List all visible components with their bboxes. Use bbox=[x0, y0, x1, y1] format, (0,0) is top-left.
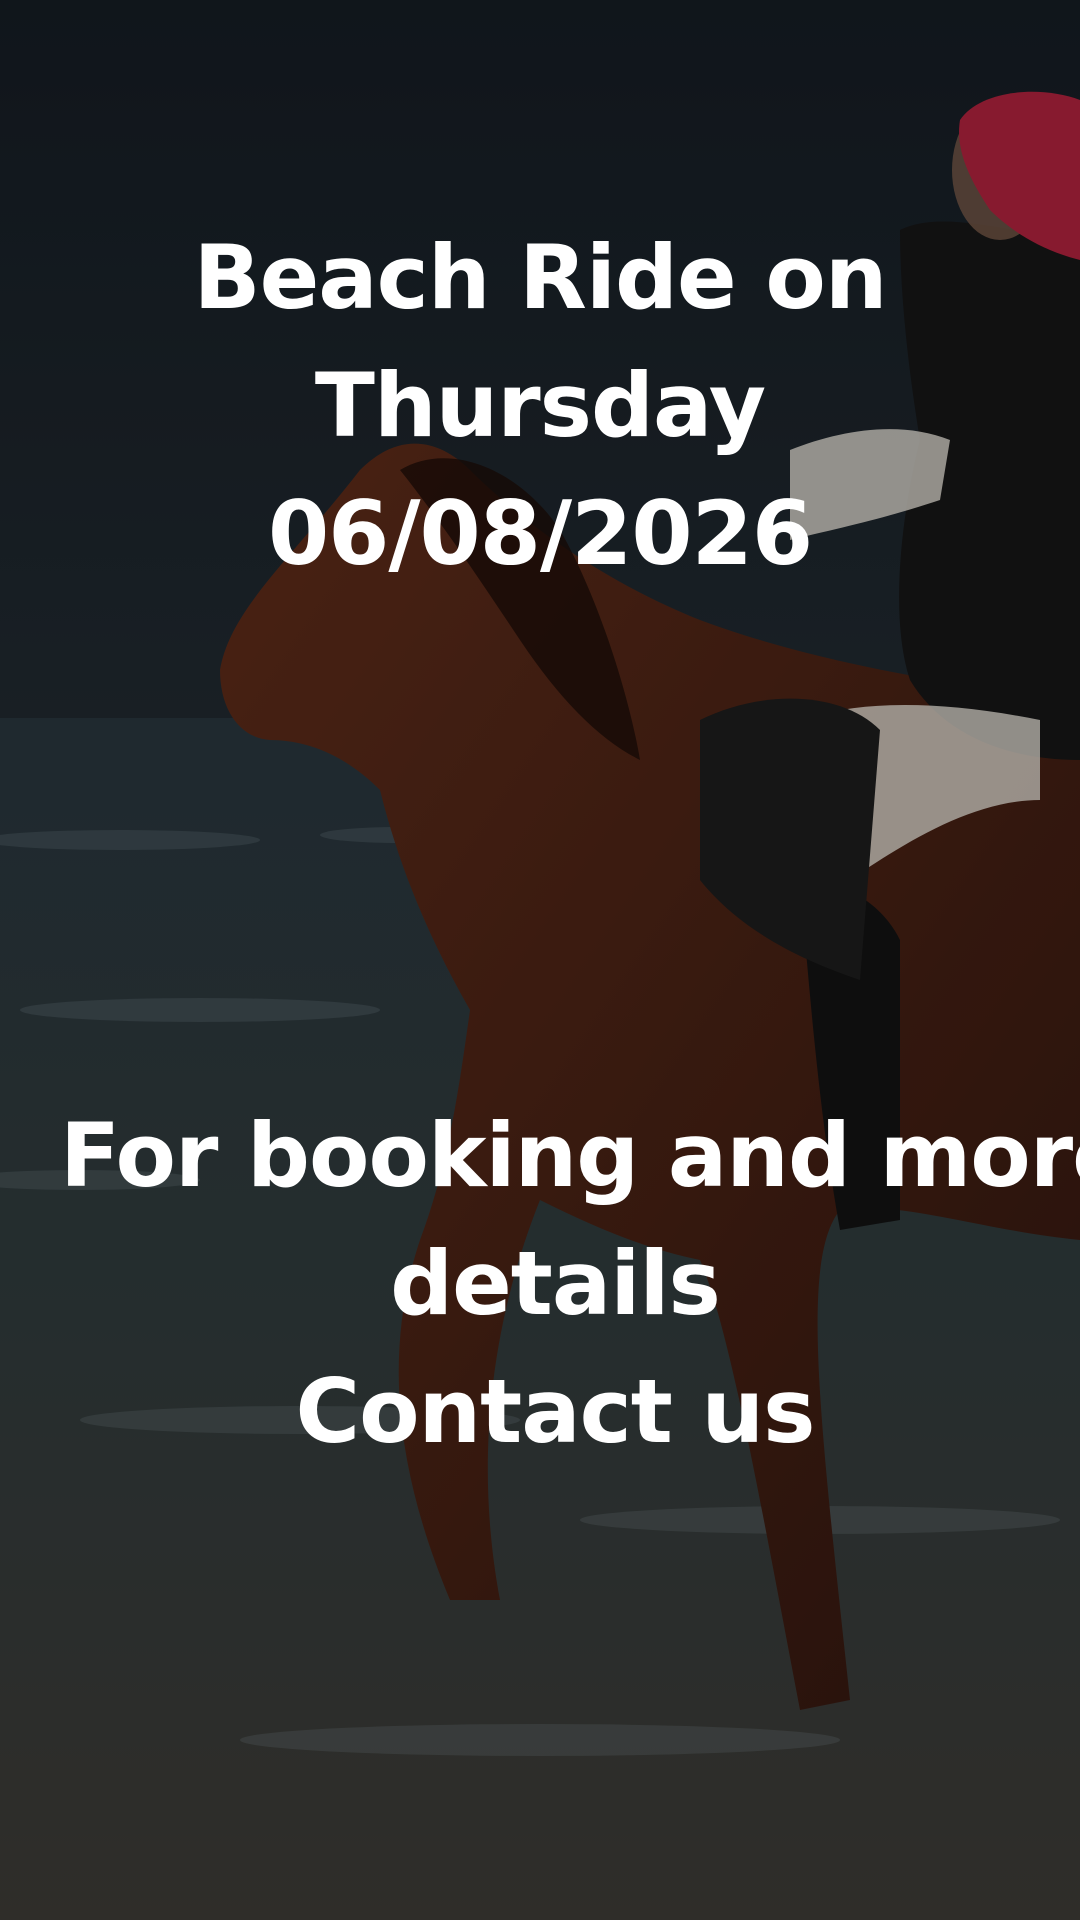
contact-us-text: Contact us bbox=[295, 1360, 815, 1463]
cta-line: details bbox=[390, 1232, 721, 1335]
title-line: Thursday bbox=[314, 354, 766, 457]
event-title: Beach Ride on Thursday 06/08/2026 bbox=[140, 214, 940, 598]
story-screen: Beach Ride on Thursday 06/08/2026 For bo… bbox=[0, 0, 1080, 1920]
event-date: 06/08/2026 bbox=[267, 482, 813, 585]
cta-line: For booking and more bbox=[60, 1104, 1080, 1207]
title-line: Beach Ride on bbox=[193, 226, 888, 329]
booking-call-to-action: For booking and more details Contact us bbox=[60, 1092, 1080, 1476]
